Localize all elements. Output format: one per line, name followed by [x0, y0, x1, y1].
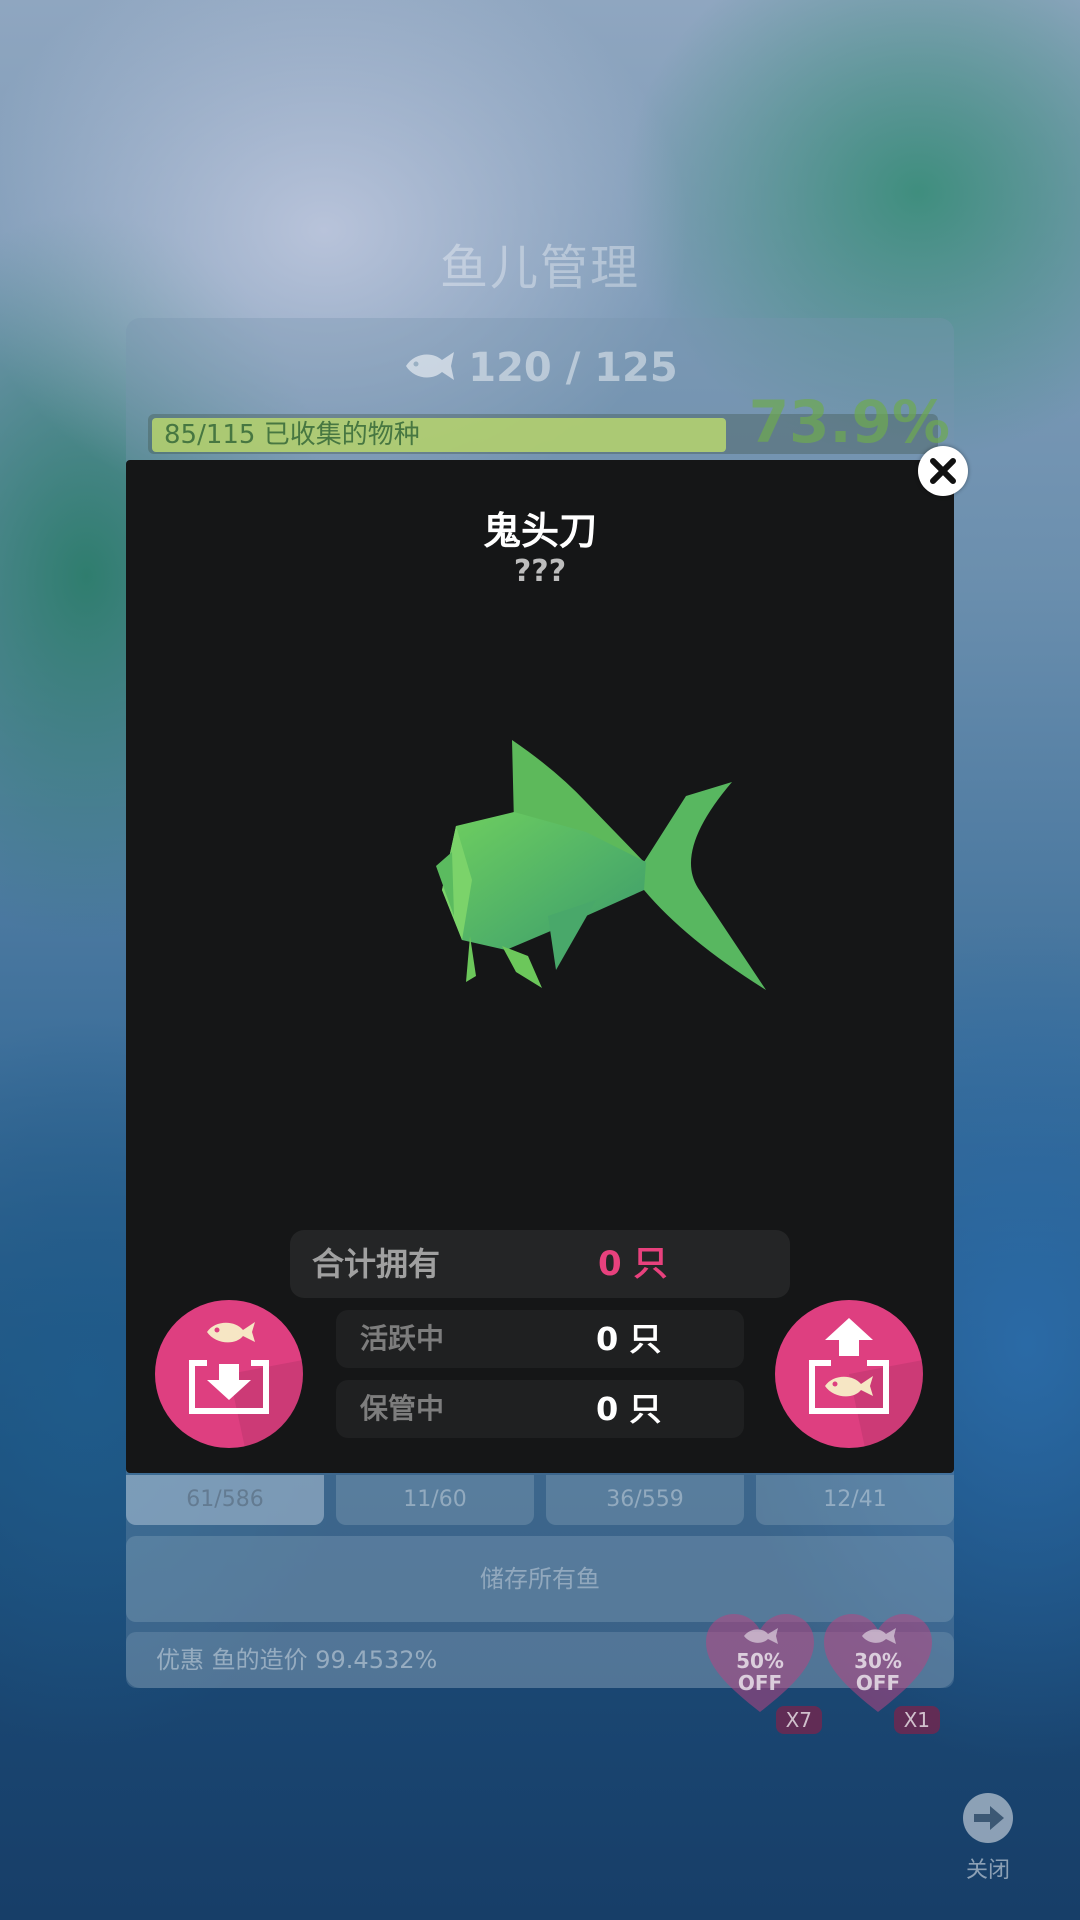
coupon-50-off[interactable]: 50% OFF X7 — [704, 1612, 822, 1734]
tab-category-1[interactable]: 61/586 — [126, 1475, 324, 1525]
coupon-percent: 50% — [736, 1649, 784, 1673]
arrow-right-circle-icon — [963, 1793, 1013, 1843]
fish-subtitle: ??? — [513, 554, 567, 589]
close-page-button[interactable]: 关闭 — [960, 1792, 1016, 1884]
fish-capacity: 120 / 125 — [126, 345, 954, 393]
fish-name: 鬼头刀 — [482, 509, 597, 553]
tab-category-3[interactable]: 36/559 — [546, 1475, 744, 1525]
stat-active-value: 0 只 — [596, 1320, 662, 1358]
store-fish-button[interactable] — [155, 1300, 303, 1448]
tab-category-2[interactable]: 11/60 — [336, 1475, 534, 1525]
stat-active-label: 活跃中 — [360, 1322, 445, 1355]
coupon-count: X7 — [775, 1706, 822, 1734]
dialog-close-button[interactable] — [918, 446, 968, 496]
stat-total-label: 合计拥有 — [312, 1245, 441, 1283]
category-tabs: 61/586 11/60 36/559 12/41 — [126, 1475, 954, 1525]
stat-stored-label: 保管中 — [360, 1392, 445, 1425]
coupon-30-off[interactable]: 30% OFF X1 — [822, 1612, 940, 1734]
coupon-percent: 30% — [854, 1649, 902, 1673]
tab-category-4[interactable]: 12/41 — [756, 1475, 954, 1525]
fish-model-image — [436, 740, 766, 990]
stat-active: 活跃中 0 只 — [336, 1310, 744, 1368]
stat-stored-value: 0 只 — [596, 1390, 662, 1428]
collection-progress-fill: 85/115 已收集的物种 — [152, 418, 726, 452]
screen-title: 鱼儿管理 — [439, 240, 640, 296]
release-fish-icon — [809, 1318, 923, 1448]
collection-percent: 73.9% — [748, 388, 950, 456]
store-fish-icon — [189, 1322, 303, 1448]
coupon-off: OFF — [737, 1671, 783, 1695]
coupon-off: OFF — [855, 1671, 901, 1695]
close-page-label: 关闭 — [965, 1858, 1010, 1883]
store-all-fish-button[interactable]: 储存所有鱼 — [126, 1536, 954, 1622]
stat-stored: 保管中 0 只 — [336, 1380, 744, 1438]
stat-total-value: 0 只 — [598, 1244, 668, 1284]
stat-total-owned: 合计拥有 0 只 — [290, 1230, 790, 1298]
release-fish-button[interactable] — [775, 1300, 923, 1448]
fish-capacity-text: 120 / 125 — [468, 345, 678, 391]
fish-icon — [402, 347, 458, 393]
close-x-icon — [930, 458, 956, 484]
coupon-count: X1 — [893, 1706, 940, 1734]
